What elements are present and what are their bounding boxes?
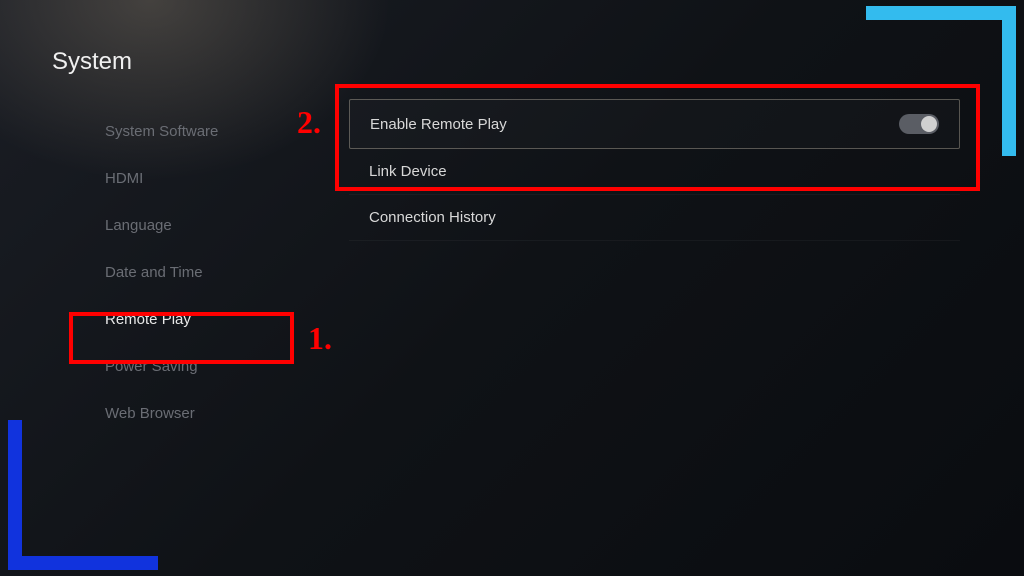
- setting-label: Enable Remote Play: [370, 116, 507, 133]
- sidebar-item-language[interactable]: Language: [105, 202, 305, 249]
- setting-label: Connection History: [369, 209, 496, 226]
- sidebar-item-hdmi[interactable]: HDMI: [105, 155, 305, 202]
- annotation-label-1: 1.: [308, 320, 332, 357]
- setting-enable-remote-play[interactable]: Enable Remote Play: [349, 99, 960, 149]
- sidebar-item-power-saving[interactable]: Power Saving: [105, 343, 305, 390]
- main-panel: Enable Remote Play Link Device Connectio…: [349, 99, 960, 241]
- corner-decoration-bottom-left: [8, 420, 158, 570]
- setting-link-device[interactable]: Link Device: [349, 149, 960, 195]
- toggle-enable-remote-play[interactable]: [899, 114, 939, 134]
- setting-connection-history[interactable]: Connection History: [349, 195, 960, 241]
- annotation-label-2: 2.: [297, 104, 321, 141]
- setting-label: Link Device: [369, 163, 447, 180]
- sidebar: System Software HDMI Language Date and T…: [105, 108, 305, 437]
- sidebar-item-system-software[interactable]: System Software: [105, 108, 305, 155]
- toggle-knob: [921, 116, 937, 132]
- page-title: System: [52, 48, 132, 76]
- sidebar-item-date-time[interactable]: Date and Time: [105, 249, 305, 296]
- sidebar-item-remote-play[interactable]: Remote Play: [105, 296, 305, 343]
- sidebar-item-web-browser[interactable]: Web Browser: [105, 390, 305, 437]
